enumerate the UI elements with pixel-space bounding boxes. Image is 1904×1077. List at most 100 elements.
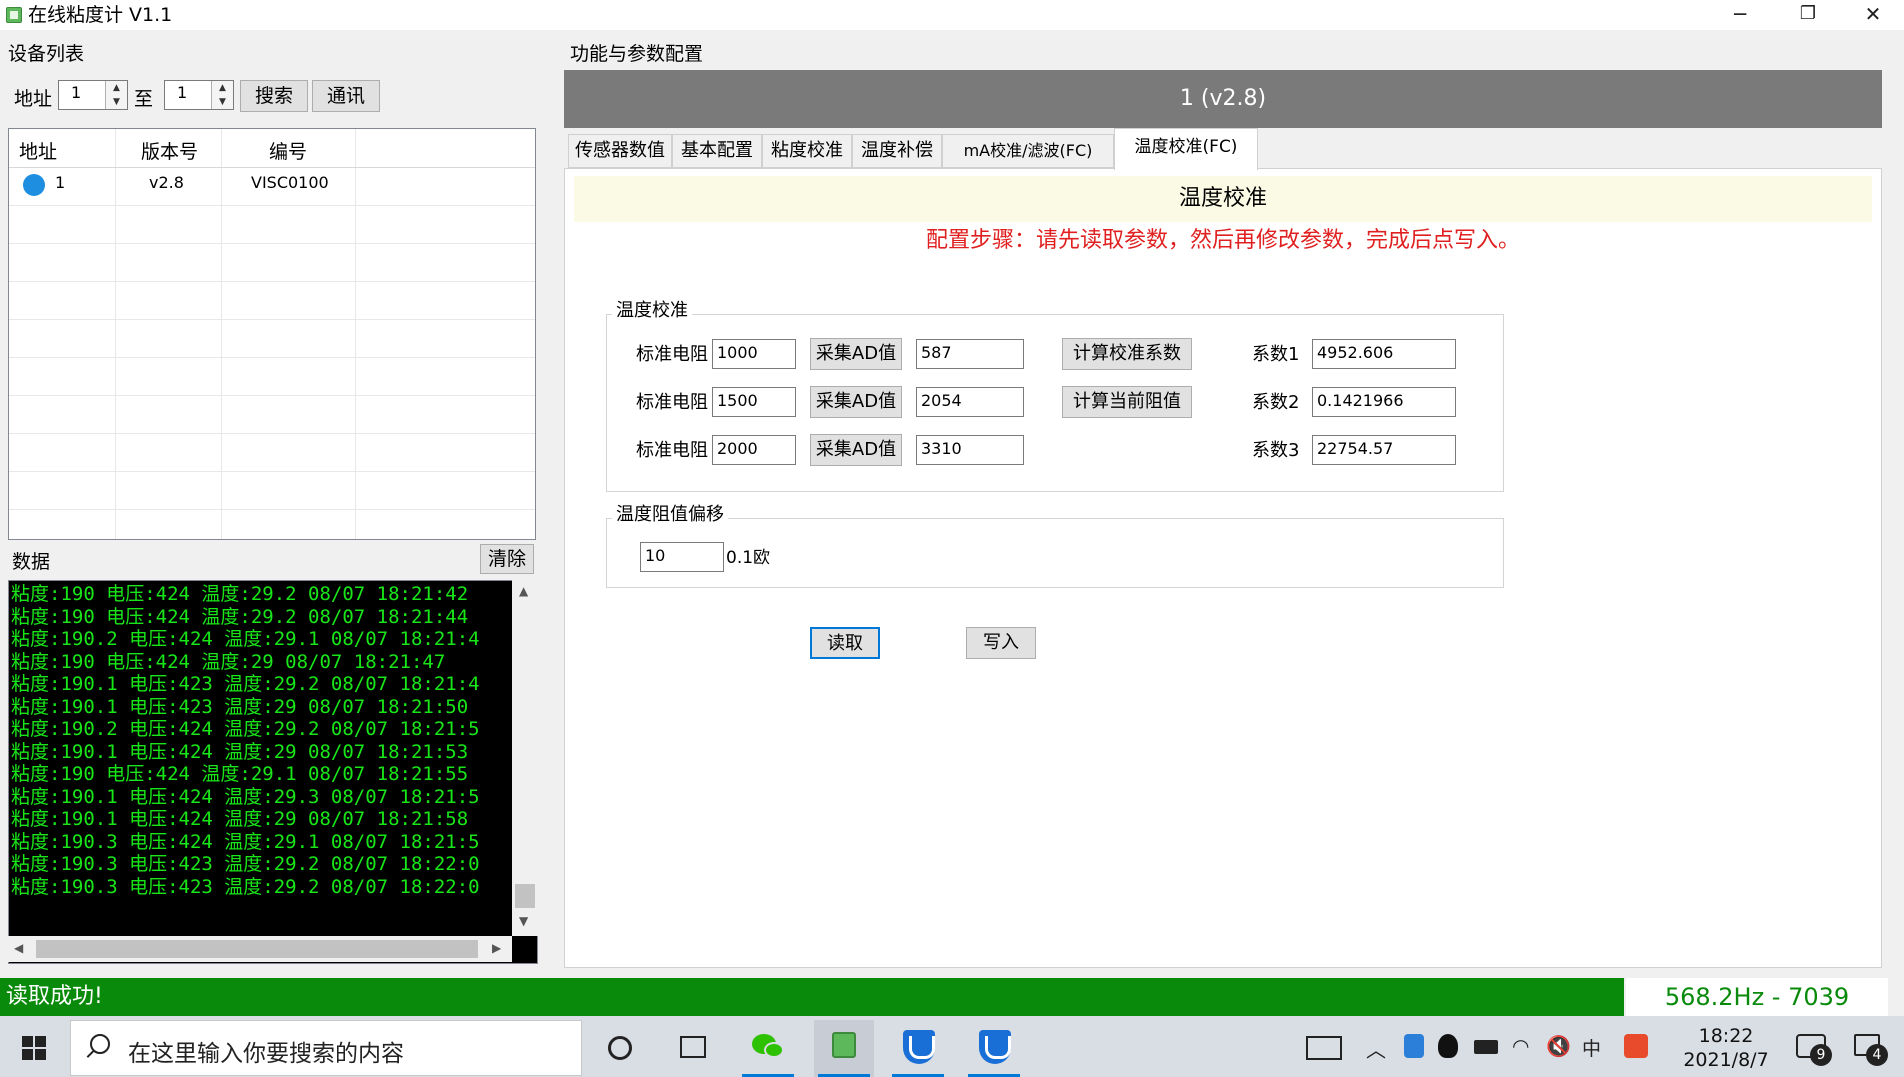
column-header-serial[interactable]: 编号	[269, 137, 307, 164]
volume-icon[interactable]: 🔇	[1546, 1034, 1571, 1058]
scroll-up-icon[interactable]: ▲	[519, 584, 528, 598]
scroll-thumb[interactable]	[36, 940, 478, 958]
title-bar	[0, 0, 1904, 30]
shield-icon	[903, 1030, 935, 1064]
collect-ad-button-3[interactable]: 采集AD值	[810, 434, 902, 466]
coefficient-2-input[interactable]: 0.1421966	[1312, 387, 1456, 417]
offset-unit-label: 0.1欧	[726, 548, 771, 568]
config-steps-text: 配置步骤：请先读取参数，然后再修改参数，完成后点写入。	[925, 228, 1520, 253]
spinner-arrows[interactable]: ▲ ▼	[211, 81, 233, 109]
log-vertical-scrollbar[interactable]: ▲ ▼	[512, 580, 538, 936]
tab-viscosity-calibration[interactable]: 粘度校准	[762, 134, 852, 168]
tab-temperature-compensation[interactable]: 温度补偿	[852, 134, 942, 168]
row-serial[interactable]: VISC0100	[251, 173, 329, 192]
tab-basic-config[interactable]: 基本配置	[672, 134, 762, 168]
log-line: 粘度:190.1 电压:424 温度:29 08/07 18:21:58	[11, 808, 469, 830]
clock-date: 2021/8/7	[1683, 1049, 1769, 1071]
log-line: 粘度:190.3 电压:423 温度:29.2 08/07 18:22:0	[11, 875, 480, 898]
scroll-left-icon[interactable]: ◀	[14, 941, 23, 955]
collect-ad-button-2[interactable]: 采集AD值	[810, 386, 902, 418]
restore-button[interactable]: ❐	[1774, 0, 1842, 30]
spinner-arrows[interactable]: ▲ ▼	[105, 81, 127, 109]
std-resistance-input-2[interactable]: 1500	[712, 387, 796, 417]
log-lines: 粘度:190 电压:424 温度:29.2 08/07 18:21:42 粘度:…	[11, 583, 517, 943]
ad-value-input-3[interactable]: 3310	[916, 435, 1024, 465]
std-resistance-input-3[interactable]: 2000	[712, 435, 796, 465]
row-version[interactable]: v2.8	[149, 173, 184, 192]
resistance-offset-input[interactable]: 10	[640, 542, 724, 572]
log-line: 粘度:190.3 电压:423 温度:29.2 08/07 18:22:0	[11, 853, 480, 875]
scroll-right-icon[interactable]: ▶	[492, 941, 501, 955]
log-line: 粘度:190.2 电压:424 温度:29.1 08/07 18:21:4	[11, 628, 480, 650]
panel-title: 温度校准	[574, 176, 1872, 222]
std-resistance-label: 标准电阻	[636, 440, 708, 461]
wifi-icon[interactable]: ◠	[1512, 1034, 1529, 1058]
chevron-up-icon[interactable]: ︿	[1366, 1034, 1386, 1063]
wechat-icon	[764, 1042, 784, 1058]
task-view-icon[interactable]	[680, 1036, 706, 1058]
row-address[interactable]: 1	[55, 173, 65, 192]
log-line: 粘度:190.1 电压:424 温度:29.3 08/07 18:21:5	[11, 785, 480, 808]
close-button[interactable]: ✕	[1842, 0, 1904, 30]
to-label: 至	[134, 88, 154, 110]
status-dot-icon	[23, 174, 45, 196]
log-line: 粘度:190.2 电压:424 温度:29.2 08/07 18:21:5	[11, 718, 480, 740]
config-section-label: 功能与参数配置	[570, 43, 704, 65]
calc-coefficient-button[interactable]: 计算校准系数	[1062, 338, 1192, 370]
minimize-button[interactable]: ─	[1706, 0, 1774, 30]
calc-resistance-button[interactable]: 计算当前阻值	[1062, 386, 1192, 418]
column-header-version[interactable]: 版本号	[141, 137, 198, 164]
log-line: 粘度:190 电压:424 温度:29.1 08/07 18:21:55	[11, 763, 469, 785]
scroll-down-icon[interactable]: ▼	[519, 914, 528, 928]
taskbar-app-wechat[interactable]	[738, 1020, 798, 1077]
comm-button[interactable]: 通讯	[312, 80, 380, 112]
read-button[interactable]: 读取	[810, 627, 880, 659]
coefficient-3-input[interactable]: 22754.57	[1312, 435, 1456, 465]
search-button[interactable]: 搜索	[240, 80, 308, 112]
address-label: 地址	[14, 88, 53, 110]
ime-indicator[interactable]: 中	[1582, 1034, 1601, 1061]
search-icon	[90, 1034, 110, 1054]
qq-icon[interactable]	[1438, 1034, 1458, 1058]
coefficient-1-input[interactable]: 4952.606	[1312, 339, 1456, 369]
device-table[interactable]: 地址 版本号 编号 1 v2.8 VISC0100	[8, 128, 536, 540]
status-message: 读取成功!	[0, 978, 1624, 1016]
address-to-value: 1	[177, 83, 188, 102]
ad-value-input-2[interactable]: 2054	[916, 387, 1024, 417]
log-horizontal-scrollbar[interactable]: ◀ ▶	[8, 936, 512, 962]
taskbar-app-security-1[interactable]	[888, 1020, 948, 1077]
calibration-group-title: 温度校准	[612, 300, 692, 322]
address-to-spinner[interactable]: 1 ▲ ▼	[164, 80, 234, 110]
frequency-readout: 568.2Hz - 7039	[1626, 978, 1888, 1016]
cortana-icon[interactable]	[608, 1036, 632, 1060]
coefficient-1-label: 系数1	[1252, 344, 1300, 365]
sogou-icon[interactable]	[1624, 1034, 1648, 1058]
std-resistance-input-1[interactable]: 1000	[712, 339, 796, 369]
down-arrow-icon[interactable]: ▼	[106, 95, 127, 109]
down-arrow-icon[interactable]: ▼	[212, 95, 233, 109]
address-from-spinner[interactable]: 1 ▲ ▼	[58, 80, 128, 110]
tray-app-icon[interactable]	[1404, 1034, 1424, 1058]
collect-ad-button-1[interactable]: 采集AD值	[810, 338, 902, 370]
wechat-badge: 9	[1810, 1044, 1832, 1066]
up-arrow-icon[interactable]: ▲	[212, 81, 233, 95]
keyboard-icon[interactable]	[1306, 1036, 1342, 1060]
tab-temperature-calibration[interactable]: 温度校准(FC)	[1114, 128, 1258, 170]
notification-badge: 4	[1866, 1044, 1888, 1066]
scroll-thumb[interactable]	[515, 884, 535, 908]
taskbar-app-viscometer[interactable]	[814, 1020, 874, 1077]
up-arrow-icon[interactable]: ▲	[106, 81, 127, 95]
tab-sensor-values[interactable]: 传感器数值	[568, 134, 672, 168]
taskbar-clock[interactable]: 18:22 2021/8/7	[1676, 1024, 1776, 1072]
coefficient-2-label: 系数2	[1252, 392, 1300, 413]
write-button[interactable]: 写入	[966, 627, 1036, 659]
battery-icon[interactable]	[1474, 1040, 1498, 1054]
windows-start-icon[interactable]	[22, 1036, 46, 1060]
device-header: 1 (v2.8)	[564, 70, 1882, 128]
tab-ma-calibration[interactable]: mA校准/滤波(FC)	[942, 134, 1114, 168]
data-log[interactable]: 粘度:190 电压:424 温度:29.2 08/07 18:21:42 粘度:…	[8, 580, 538, 964]
taskbar-app-security-2[interactable]	[964, 1020, 1024, 1077]
clear-button[interactable]: 清除	[480, 544, 534, 574]
column-header-address[interactable]: 地址	[19, 137, 57, 164]
ad-value-input-1[interactable]: 587	[916, 339, 1024, 369]
